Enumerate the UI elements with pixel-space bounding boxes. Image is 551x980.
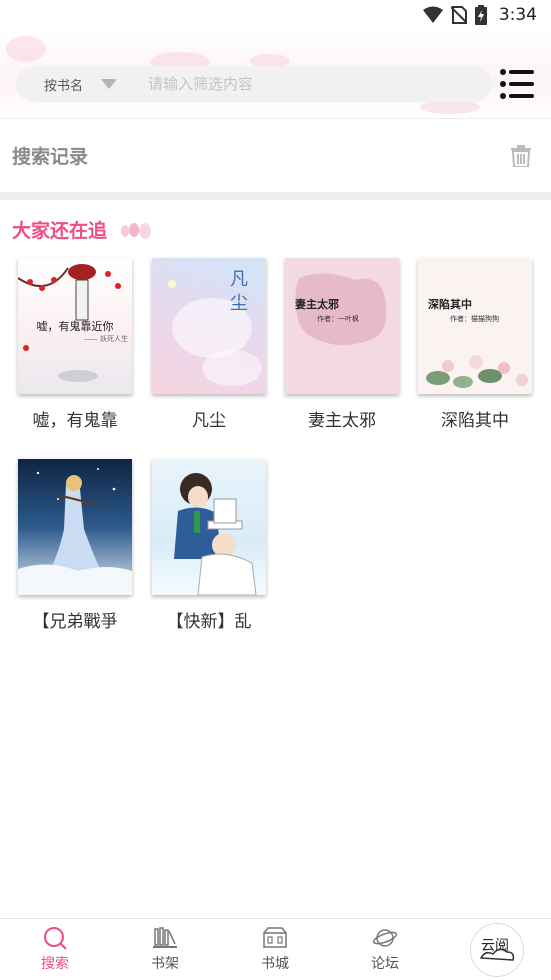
battery-charging-icon	[474, 5, 487, 25]
book-title: 凡尘	[192, 411, 226, 431]
book-title: 深陷其中	[441, 411, 509, 431]
book-cover: 嘘，有鬼靠近你 —— 妖死人生	[18, 258, 132, 394]
book-title: 【快新】乱	[166, 612, 252, 632]
cloud-logo-icon: 云阅	[479, 938, 515, 961]
book-cover: 深陷其中 作者：猫猫狗狗	[418, 258, 532, 394]
nav-label: 书城	[261, 956, 289, 972]
book-item[interactable]: 【兄弟戰爭	[8, 459, 142, 632]
book-cover	[152, 459, 266, 595]
cover-title: 嘘，有鬼靠近你	[36, 320, 114, 333]
wifi-icon	[422, 6, 443, 23]
cover-title: 妻主太邪	[295, 298, 339, 311]
bottom-navigation: 搜索 书架 书城 论坛 云阅	[0, 918, 551, 980]
forum-icon	[372, 929, 398, 947]
nav-item-search[interactable]: 搜索	[0, 919, 110, 980]
cover-subtitle: 作者：一叶枫	[317, 315, 359, 323]
cover-title: 凡尘	[230, 269, 248, 314]
nav-label: 书架	[151, 956, 179, 972]
search-field-label: 按书名	[44, 78, 84, 94]
logo-text: 云阅	[481, 938, 509, 954]
book-cover: 凡尘	[152, 258, 266, 394]
cover-art	[426, 355, 528, 388]
app-logo[interactable]: 云阅	[470, 923, 524, 977]
bookstore-icon	[263, 927, 287, 948]
cover-art	[295, 273, 387, 346]
no-sim-icon	[450, 6, 467, 24]
search-icon	[44, 927, 67, 950]
search-history-row: 搜索记录	[0, 118, 551, 192]
nav-label: 搜索	[41, 956, 69, 972]
search-input[interactable]	[148, 74, 470, 94]
section-divider	[0, 192, 551, 200]
petals-icon	[121, 222, 152, 239]
cover-title: 深陷其中	[428, 298, 472, 311]
blossom-decoration	[420, 100, 480, 114]
chevron-down-icon	[101, 79, 118, 89]
nav-item-bookshelf[interactable]: 书架	[110, 919, 220, 980]
cover-art	[18, 468, 132, 595]
menu-button[interactable]	[500, 68, 534, 100]
book-title: 妻主太邪	[308, 411, 376, 431]
book-title: 【兄弟戰爭	[32, 612, 118, 632]
book-item[interactable]: 凡尘 凡尘	[142, 258, 276, 431]
book-item[interactable]: 深陷其中 作者：猫猫狗狗 深陷其中	[408, 258, 542, 431]
blossom-decoration	[6, 36, 46, 62]
search-bar: 按书名	[16, 66, 492, 102]
nav-item-forum[interactable]: 论坛	[330, 919, 440, 980]
list-menu-icon	[500, 69, 534, 99]
nav-label: 论坛	[371, 956, 399, 972]
book-title: 嘘，有鬼靠	[32, 411, 118, 431]
search-header: 按书名	[0, 30, 551, 118]
status-time: 3:34	[498, 5, 537, 25]
status-bar: 3:34	[0, 0, 551, 30]
nav-item-bookstore[interactable]: 书城	[220, 919, 330, 980]
book-cover: 妻主太邪 作者：一叶枫	[285, 258, 399, 394]
book-cover	[18, 459, 132, 595]
following-title: 大家还在追	[12, 220, 108, 242]
trash-icon[interactable]	[511, 144, 531, 167]
book-item[interactable]: 【快新】乱	[142, 459, 276, 632]
book-item[interactable]: 妻主太邪 作者：一叶枫 妻主太邪	[275, 258, 409, 431]
cover-subtitle: —— 妖死人生	[83, 335, 128, 343]
cover-art	[174, 473, 257, 595]
cover-subtitle: 作者：猫猫狗狗	[450, 315, 499, 323]
bookshelf-icon	[153, 927, 177, 948]
book-item[interactable]: 嘘，有鬼靠近你 —— 妖死人生 嘘，有鬼靠	[8, 258, 142, 431]
search-field-select[interactable]: 按书名	[16, 75, 148, 94]
search-history-title: 搜索记录	[12, 146, 89, 168]
section-title: 大家还在追	[12, 216, 153, 243]
